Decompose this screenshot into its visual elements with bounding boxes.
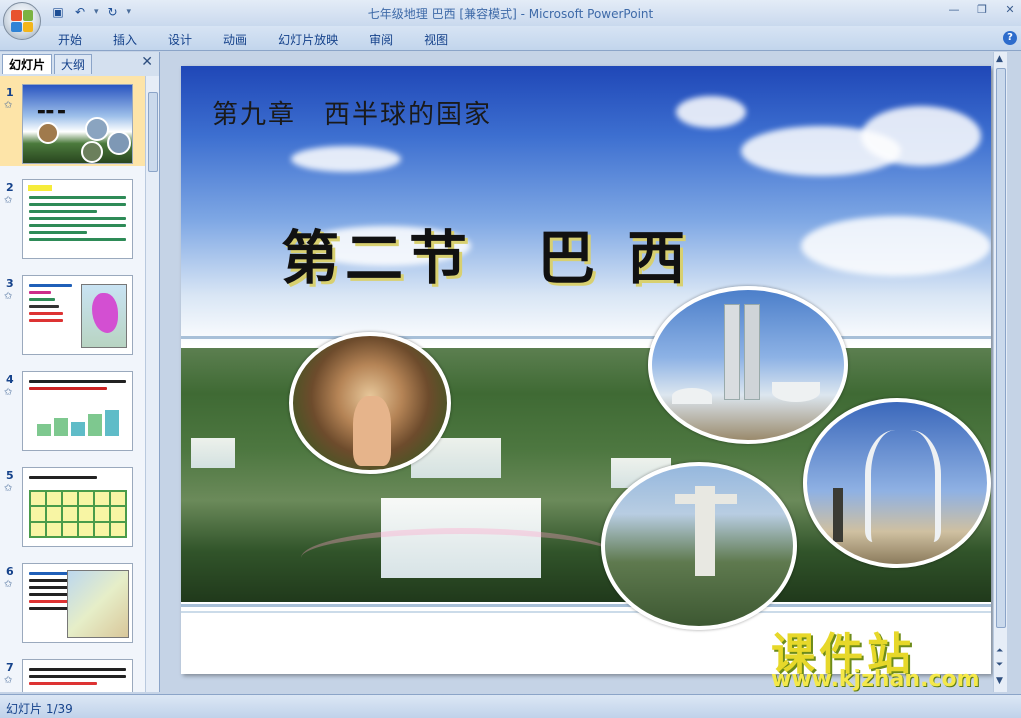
slide-thumbnails: 1 ✩ ▬▬ ▬ 2 ✩ 3 ✩ 4 ✩ 5 ✩ 6 ✩ 7 ✩ <box>0 76 145 692</box>
slide-preview <box>22 659 133 692</box>
animation-star-icon: ✩ <box>4 195 13 206</box>
title-bar: ▣ ↶ ▾ ↻ ▾ 七年级地理 巴西 [兼容模式] - Microsoft Po… <box>0 0 1021 26</box>
tower <box>724 304 740 400</box>
slide-editor: 第九章 西半球的国家 第二节 巴 西 ▲ ⏶ ⏷ ▼ <box>162 52 1007 692</box>
photo-christ-redeemer[interactable] <box>601 462 797 630</box>
slide-thumbnail[interactable]: 3 ✩ <box>0 267 145 357</box>
preview-table <box>29 490 127 538</box>
animation-star-icon: ✩ <box>4 579 13 590</box>
tab-slideshow[interactable]: 幻灯片放映 <box>278 31 351 48</box>
animation-star-icon: ✩ <box>4 387 13 398</box>
cloud <box>801 216 991 276</box>
slide-number: 1 <box>6 86 14 99</box>
slide-number: 3 <box>6 277 14 290</box>
divider-line <box>181 611 991 613</box>
preview-label <box>28 185 52 191</box>
slide-thumbnail[interactable]: 2 ✩ <box>0 171 145 261</box>
tab-slides[interactable]: 幻灯片 <box>2 54 53 74</box>
slide-thumbnail[interactable]: 7 ✩ <box>0 651 145 692</box>
window-controls: — ❐ ✕ <box>947 3 1017 16</box>
tower <box>744 304 760 400</box>
ribbon-tabs: 开始 插入 设计 动画 幻灯片放映 审阅 视图 <box>58 31 461 48</box>
preview-bars <box>37 408 121 436</box>
chapter-title[interactable]: 第九章 西半球的国家 <box>212 94 492 131</box>
watermark-url: www.kjzhan.com <box>771 667 980 692</box>
preview-circle <box>107 131 131 155</box>
slides-panel: 幻灯片 大纲 ✕ 1 ✩ ▬▬ ▬ 2 ✩ 3 ✩ 4 ✩ 5 ✩ 6 ✩ 7 … <box>0 52 160 692</box>
panel-tabs: 幻灯片 大纲 <box>2 54 158 74</box>
animation-star-icon: ✩ <box>4 100 13 111</box>
waterfall <box>191 438 235 468</box>
animation-star-icon: ✩ <box>4 291 13 302</box>
dome <box>672 388 712 404</box>
preview-map <box>81 284 127 348</box>
scroll-down-icon[interactable]: ▼ <box>996 676 1003 686</box>
preview-circle <box>85 117 109 141</box>
slide-thumbnail[interactable]: 1 ✩ ▬▬ ▬ <box>0 76 145 166</box>
scrollbar-thumb[interactable] <box>996 68 1006 628</box>
animation-star-icon: ✩ <box>4 483 13 494</box>
tab-review[interactable]: 审阅 <box>369 31 406 48</box>
window-title: 七年级地理 巴西 [兼容模式] - Microsoft PowerPoint <box>367 7 654 21</box>
minimize-icon[interactable]: — <box>947 3 961 16</box>
next-slide-icon[interactable]: ⏷ <box>996 660 1003 670</box>
slide-preview <box>22 467 133 547</box>
cloud <box>291 146 401 172</box>
photo-brasilia-cathedral[interactable] <box>803 398 991 568</box>
photo-brasilia-congress[interactable] <box>648 286 848 444</box>
slide-scrollbar[interactable]: ▲ ⏶ ⏷ ▼ <box>993 52 1007 692</box>
cathedral <box>865 430 941 542</box>
slide-thumbnail[interactable]: 5 ✩ <box>0 459 145 549</box>
scroll-up-icon[interactable]: ▲ <box>996 54 1003 64</box>
photo-carnival-dancer[interactable] <box>289 332 451 474</box>
restore-icon[interactable]: ❐ <box>975 3 989 16</box>
divider-line <box>181 336 991 339</box>
tab-outline[interactable]: 大纲 <box>54 54 93 74</box>
bowl <box>772 382 820 402</box>
preview-circle <box>81 141 103 163</box>
slide-canvas[interactable]: 第九章 西半球的国家 第二节 巴 西 <box>181 66 991 674</box>
slide-thumbnail[interactable]: 6 ✩ <box>0 555 145 645</box>
preview-circle <box>37 122 59 144</box>
slide-number: 6 <box>6 565 14 578</box>
ribbon: 开始 插入 设计 动画 幻灯片放映 审阅 视图 ? <box>0 26 1021 51</box>
help-icon[interactable]: ? <box>1003 31 1017 45</box>
tab-animations[interactable]: 动画 <box>223 31 260 48</box>
slide-preview <box>22 179 133 259</box>
scrollbar-thumb[interactable] <box>148 92 158 172</box>
preview-map <box>67 570 129 638</box>
status-bar: 幻灯片 1/39 <box>0 694 1021 718</box>
office-logo-icon <box>11 10 33 32</box>
statue <box>833 488 843 542</box>
tab-design[interactable]: 设计 <box>168 31 205 48</box>
preview-map-region <box>92 293 118 333</box>
statue-body <box>695 486 715 576</box>
dancer-figure <box>353 396 391 466</box>
divider-line <box>181 604 991 607</box>
tab-home[interactable]: 开始 <box>58 31 95 48</box>
close-panel-icon[interactable]: ✕ <box>141 54 153 70</box>
slide-number: 4 <box>6 373 14 386</box>
slide-thumbnail[interactable]: 4 ✩ <box>0 363 145 453</box>
slide-number: 5 <box>6 469 14 482</box>
tab-insert[interactable]: 插入 <box>113 31 150 48</box>
rainbow <box>301 528 621 588</box>
preview-title-bar: ▬▬ ▬ <box>37 107 66 117</box>
slide-preview <box>22 371 133 451</box>
thumbnails-scrollbar[interactable] <box>145 76 159 692</box>
slide-preview <box>22 563 133 643</box>
close-icon[interactable]: ✕ <box>1003 3 1017 16</box>
office-button[interactable] <box>3 2 41 40</box>
tab-view[interactable]: 视图 <box>424 31 461 48</box>
section-title[interactable]: 第二节 巴 西 <box>281 211 691 295</box>
prev-slide-icon[interactable]: ⏶ <box>996 646 1003 656</box>
slide-preview <box>22 275 133 355</box>
slide-number: 2 <box>6 181 14 194</box>
cloud <box>861 106 981 166</box>
cloud <box>676 96 746 128</box>
slide-counter: 幻灯片 1/39 <box>6 702 73 716</box>
slide-preview: ▬▬ ▬ <box>22 84 133 164</box>
animation-star-icon: ✩ <box>4 675 13 686</box>
slide-number: 7 <box>6 661 14 674</box>
